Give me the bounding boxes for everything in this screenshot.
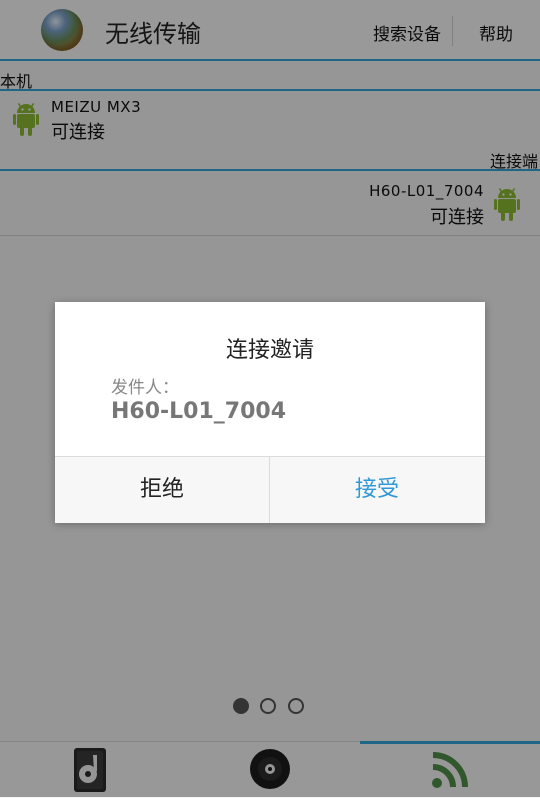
reject-button[interactable]: 拒绝 [55,457,269,523]
connection-invite-dialog: 连接邀请 发件人： H60-L01_7004 拒绝 接受 [55,302,485,523]
accept-button[interactable]: 接受 [270,457,484,523]
dialog-title: 连接邀请 [225,338,314,363]
sender-name: H60-L01_7004 [111,399,287,424]
dialog-button-row: 拒绝 接受 [55,456,485,523]
sender-label: 发件人： [111,378,179,398]
